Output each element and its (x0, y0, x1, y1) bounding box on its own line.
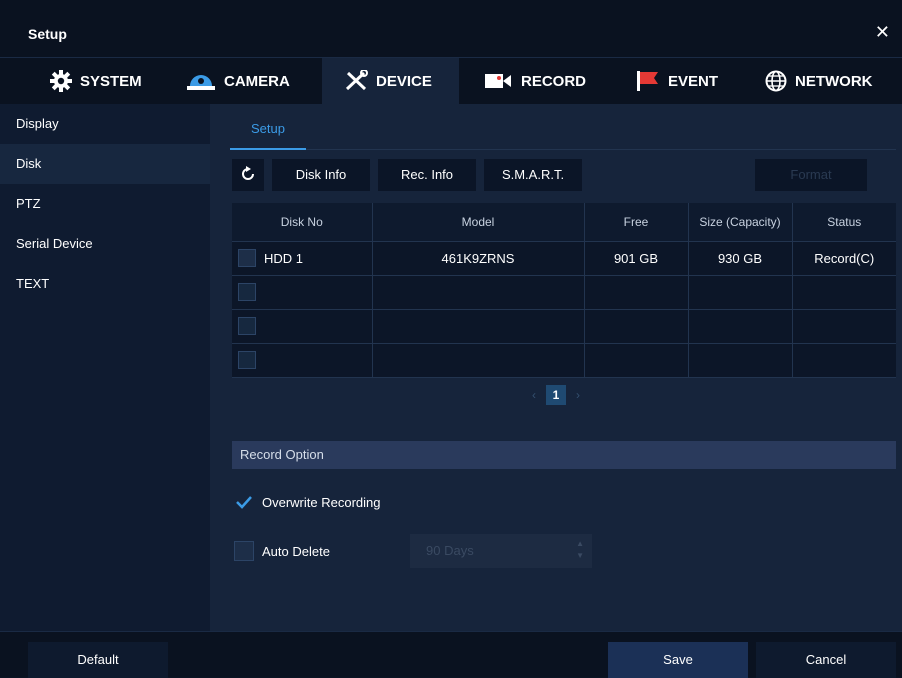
tab-label: EVENT (668, 72, 719, 90)
sidebar-item-display[interactable]: Display (0, 104, 210, 144)
sidebar-item-ptz[interactable]: PTZ (0, 184, 210, 224)
title-bar: Setup ✕ (0, 0, 902, 58)
tab-label: RECORD (521, 72, 587, 90)
sidebar-item-text[interactable]: TEXT (0, 264, 210, 304)
next-page-icon[interactable]: › (576, 388, 580, 402)
dome-camera-icon (187, 75, 215, 90)
footer: Default Save Cancel (0, 631, 902, 678)
days-value: 90 Days (426, 543, 474, 558)
tab-label: CAMERA (224, 72, 290, 90)
row-checkbox[interactable] (238, 351, 256, 369)
disk-no-cell: HDD 1 (264, 250, 304, 266)
tab-system[interactable]: SYSTEM (50, 58, 142, 104)
free-cell: 901 GB (584, 241, 689, 276)
auto-delete-checkbox[interactable] (234, 541, 254, 561)
column-header: Model (372, 203, 585, 242)
default-button[interactable]: Default (28, 642, 168, 678)
column-header: Size (Capacity) (688, 203, 793, 242)
auto-delete-days-spinner[interactable]: 90 Days ▲ ▼ (410, 534, 592, 568)
main-content: Setup Disk Info Rec. Info S.M.A.R.T. For… (210, 104, 902, 631)
refresh-icon (242, 166, 254, 180)
format-button[interactable]: Format (755, 159, 867, 191)
tab-network[interactable]: NETWORK (765, 58, 873, 104)
refresh-button[interactable] (232, 159, 264, 191)
checkmark-icon (236, 496, 252, 509)
tab-setup[interactable]: Setup (230, 114, 306, 150)
video-camera-icon (485, 74, 511, 88)
tab-event[interactable]: EVENT (634, 58, 718, 104)
column-header: Disk No (232, 203, 373, 242)
tab-device[interactable]: DEVICE (322, 58, 459, 104)
disk-table: Disk No Model Free Size (Capacity) Statu… (232, 203, 896, 378)
record-option-header: Record Option (232, 441, 896, 469)
tab-label: SYSTEM (80, 72, 142, 90)
table-row[interactable] (232, 309, 896, 344)
rec-info-button[interactable]: Rec. Info (378, 159, 476, 191)
auto-delete-option: Auto Delete (234, 541, 330, 561)
subtab-divider (306, 149, 896, 150)
tools-icon (345, 70, 368, 91)
page-number[interactable]: 1 (546, 385, 566, 405)
row-checkbox[interactable] (238, 317, 256, 335)
overwrite-option: Overwrite Recording (234, 492, 381, 512)
size-cell: 930 GB (688, 241, 793, 276)
sidebar: Display Disk PTZ Serial Device TEXT (0, 104, 210, 631)
status-cell: Record(C) (792, 241, 896, 276)
column-header: Free (584, 203, 689, 242)
table-row[interactable] (232, 343, 896, 378)
auto-delete-label: Auto Delete (262, 543, 330, 559)
row-checkbox[interactable] (238, 249, 256, 267)
tab-label: NETWORK (795, 72, 873, 90)
cancel-button[interactable]: Cancel (756, 642, 896, 678)
pagination: ‹ 1 › (532, 384, 580, 406)
overwrite-checkbox[interactable] (234, 492, 254, 512)
gear-icon (50, 70, 72, 92)
save-button[interactable]: Save (608, 642, 748, 678)
prev-page-icon[interactable]: ‹ (532, 388, 536, 402)
column-header: Status (792, 203, 896, 242)
sidebar-item-serial-device[interactable]: Serial Device (0, 224, 210, 264)
table-row[interactable] (232, 275, 896, 310)
overwrite-label: Overwrite Recording (262, 494, 381, 510)
setup-window: Setup ✕ SYSTEM CAMERA DEVICE RECORD EVEN… (0, 0, 902, 678)
main-tabs: SYSTEM CAMERA DEVICE RECORD EVENT NETWOR… (0, 58, 902, 104)
sidebar-item-disk[interactable]: Disk (0, 144, 210, 184)
model-cell: 461K9ZRNS (372, 241, 585, 276)
row-checkbox[interactable] (238, 283, 256, 301)
spinner-arrows-icon[interactable]: ▲ ▼ (576, 538, 584, 562)
table-row[interactable]: HDD 1 461K9ZRNS 901 GB 930 GB Record(C) (232, 241, 896, 276)
tab-record[interactable]: RECORD (483, 58, 586, 104)
table-header-row: Disk No Model Free Size (Capacity) Statu… (232, 203, 896, 242)
smart-button[interactable]: S.M.A.R.T. (484, 159, 582, 191)
disk-info-button[interactable]: Disk Info (272, 159, 370, 191)
flag-icon (637, 71, 658, 91)
close-icon[interactable]: ✕ (875, 22, 890, 43)
window-title: Setup (28, 26, 67, 42)
tab-label: DEVICE (376, 72, 432, 90)
globe-icon (765, 70, 787, 92)
tab-camera[interactable]: CAMERA (186, 58, 290, 104)
